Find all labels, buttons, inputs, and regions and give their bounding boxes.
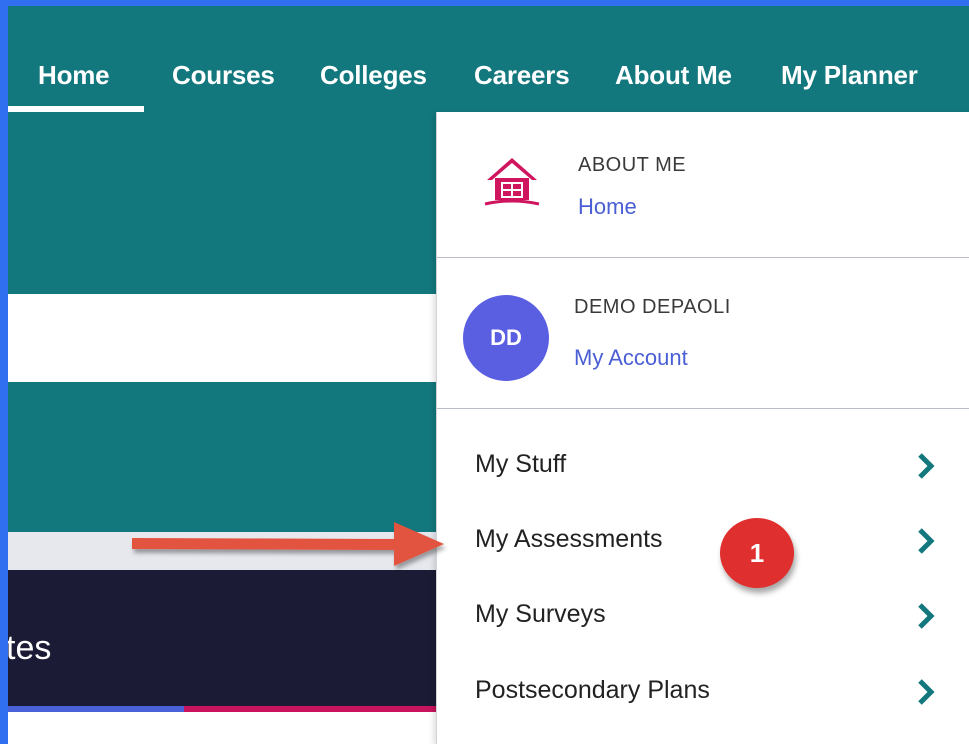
section-title: ABOUT ME — [578, 154, 687, 176]
active-tab-indicator — [8, 106, 144, 112]
menu-item-my-surveys[interactable]: My Surveys — [437, 588, 969, 648]
chevron-right-icon — [918, 679, 935, 705]
about-me-home-link[interactable]: Home — [578, 194, 637, 220]
user-name: DEMO DEPAOLI — [574, 296, 731, 318]
menu-item-label: My Stuff — [475, 450, 567, 478]
top-navigation: Home Courses Colleges Careers About Me M… — [8, 6, 969, 112]
divider — [437, 257, 969, 258]
menu-item-postsecondary-plans[interactable]: Postsecondary Plans — [437, 664, 969, 724]
chevron-right-icon — [918, 528, 935, 554]
nav-careers[interactable]: Careers — [474, 58, 570, 98]
nav-about-me[interactable]: About Me — [615, 58, 732, 98]
app-window: tes Home Courses Colleges Careers About … — [8, 6, 969, 744]
divider — [437, 408, 969, 409]
menu-item-my-stuff[interactable]: My Stuff — [437, 438, 969, 498]
house-icon — [484, 158, 540, 206]
menu-item-label: Postsecondary Plans — [475, 676, 710, 704]
about-me-dropdown: ABOUT ME Home DD DEMO DEPAOLI My Account… — [436, 112, 969, 744]
chevron-right-icon — [918, 453, 935, 479]
nav-home[interactable]: Home — [38, 58, 110, 98]
nav-my-planner[interactable]: My Planner — [781, 58, 918, 98]
card-stripe-blue — [8, 706, 184, 712]
nav-colleges[interactable]: Colleges — [320, 58, 427, 98]
nav-courses[interactable]: Courses — [172, 58, 275, 98]
card-heading: tes — [8, 629, 52, 667]
my-account-link[interactable]: My Account — [574, 345, 688, 371]
step-badge: 1 — [720, 518, 794, 588]
menu-item-label: My Assessments — [475, 525, 663, 553]
avatar: DD — [463, 295, 549, 381]
annotation-arrow-icon — [132, 522, 444, 566]
chevron-right-icon — [918, 603, 935, 629]
menu-item-label: My Surveys — [475, 600, 606, 628]
menu-item-my-assessments[interactable]: My Assessments — [437, 513, 969, 573]
